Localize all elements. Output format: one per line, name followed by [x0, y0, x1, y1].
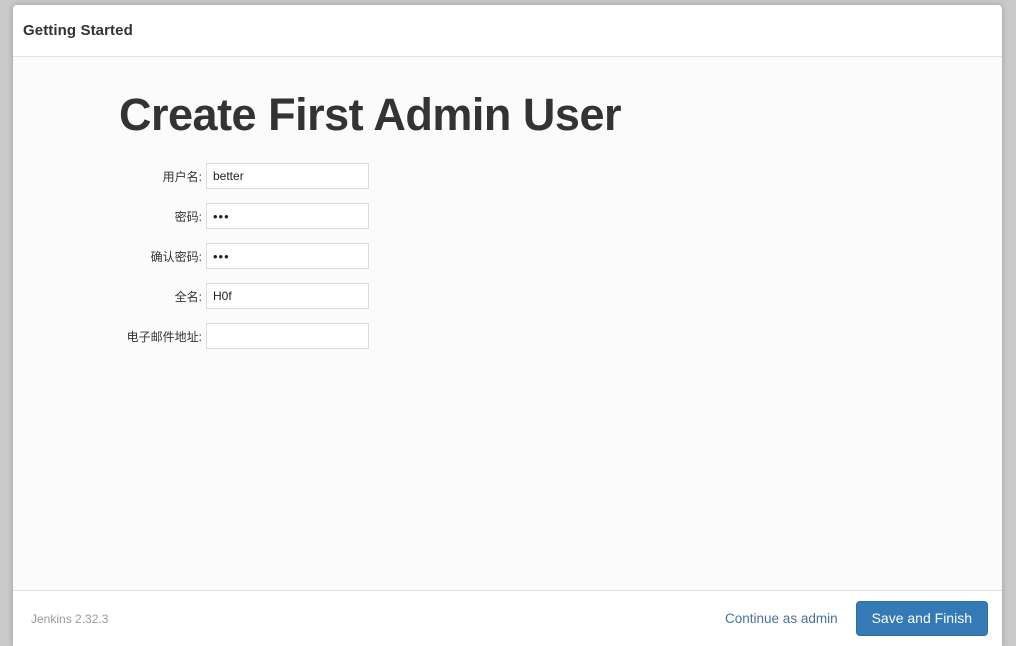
form-row-confirm-password: 确认密码: — [13, 243, 413, 269]
setup-wizard-panel: Getting Started Create First Admin User … — [13, 5, 1002, 646]
admin-user-form: 用户名: 密码: 确认密码: 全名: 电子邮件地址: — [13, 163, 413, 363]
form-row-email: 电子邮件地址: — [13, 323, 413, 349]
confirm-password-label: 确认密码: — [150, 249, 202, 264]
wizard-body: Create First Admin User 用户名: 密码: 确认密码: 全… — [13, 57, 1002, 590]
email-label: 电子邮件地址: — [126, 329, 202, 344]
jenkins-version-label: Jenkins 2.32.3 — [31, 611, 109, 626]
fullname-label: 全名: — [174, 289, 202, 304]
password-input[interactable] — [206, 203, 369, 229]
confirm-password-input[interactable] — [206, 243, 369, 269]
username-input[interactable] — [206, 163, 369, 189]
password-label: 密码: — [174, 209, 202, 224]
form-row-username: 用户名: — [13, 163, 413, 189]
fullname-input[interactable] — [206, 283, 369, 309]
form-row-password: 密码: — [13, 203, 413, 229]
footer-actions: Continue as admin Save and Finish — [725, 601, 988, 636]
username-label: 用户名: — [162, 169, 202, 184]
email-input[interactable] — [206, 323, 369, 349]
page-title: Getting Started — [23, 22, 133, 39]
form-row-fullname: 全名: — [13, 283, 413, 309]
wizard-header: Getting Started — [13, 5, 1002, 57]
continue-as-admin-link[interactable]: Continue as admin — [725, 611, 838, 626]
save-and-finish-button[interactable]: Save and Finish — [855, 601, 988, 636]
setup-heading: Create First Admin User — [119, 89, 621, 140]
wizard-footer: Jenkins 2.32.3 Continue as admin Save an… — [13, 590, 1002, 646]
